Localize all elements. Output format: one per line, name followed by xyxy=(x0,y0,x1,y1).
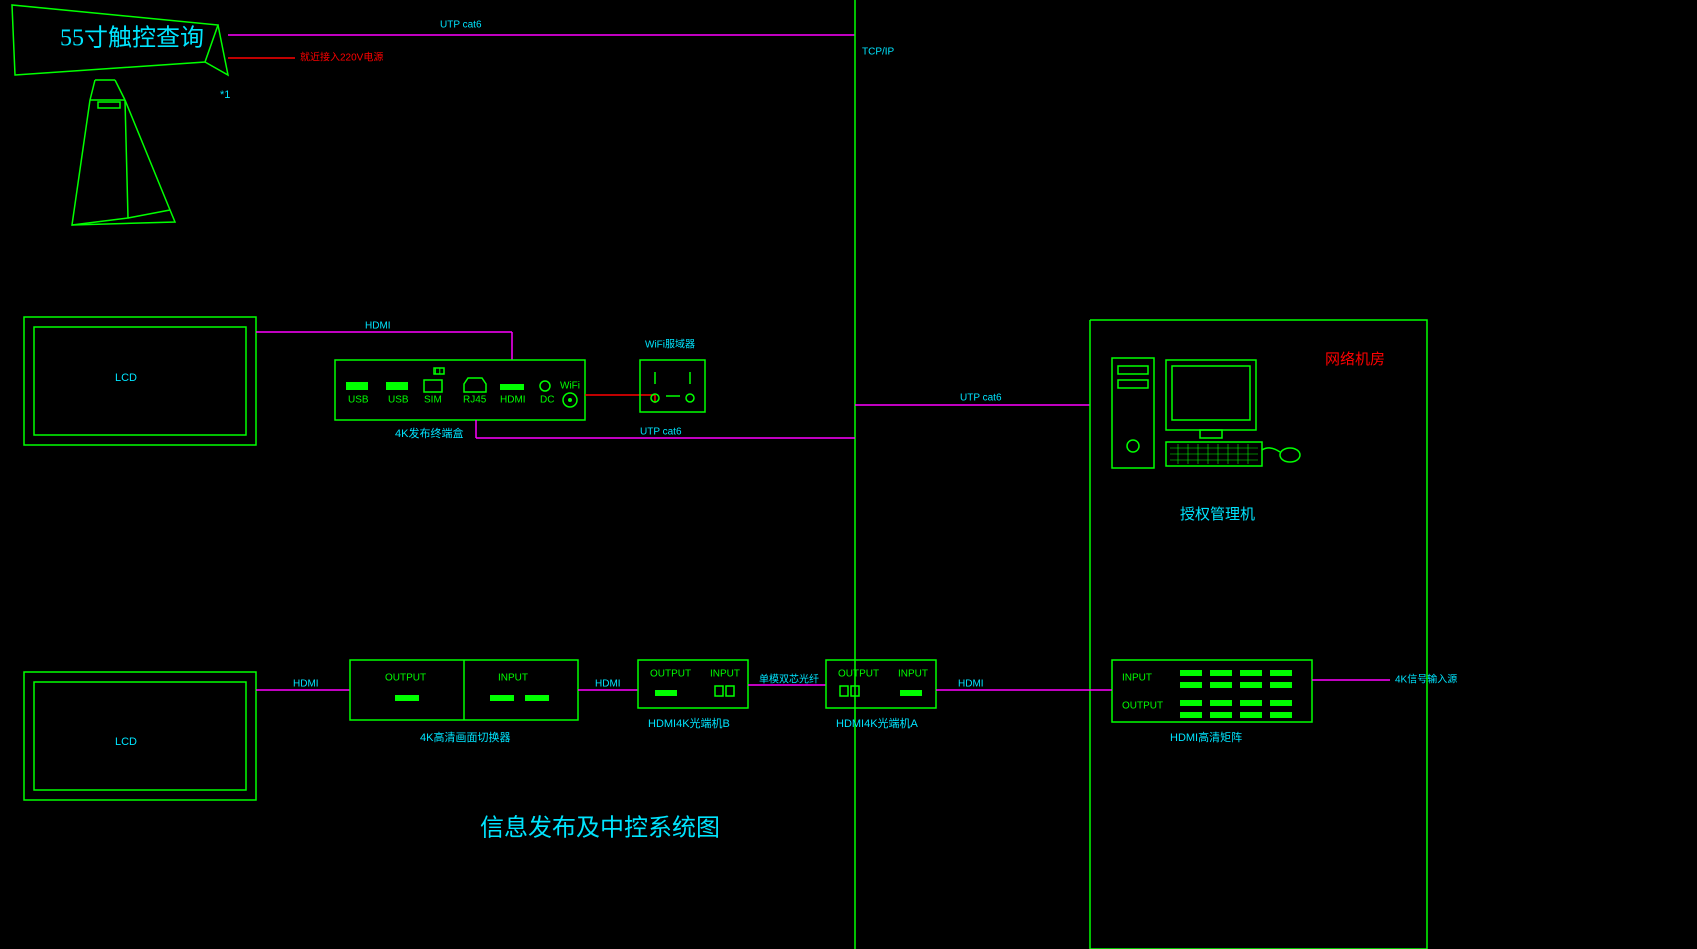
lbl-ext: 4K信号输入源 xyxy=(1395,673,1457,686)
wifi-adapter: WiFi服域器 xyxy=(640,338,705,412)
pc-label: 授权管理机 xyxy=(1180,506,1255,523)
room-title: 网络机房 xyxy=(1325,351,1385,368)
lbl-utp3: UTP cat6 xyxy=(960,393,1002,404)
kiosk-55: 55寸触控查询 *1 xyxy=(12,5,230,225)
lbl-hdmi-a: HDMI xyxy=(293,679,319,690)
p-usb2: USB xyxy=(388,395,409,406)
optb-in: INPUT xyxy=(710,669,740,680)
lbl-power: 就近接入220V电源 xyxy=(300,51,383,64)
opta-out: OUTPUT xyxy=(838,669,879,680)
cad-diagram: 55寸触控查询 *1 UTP cat6 就近接入220V电源 TCP/IP LC… xyxy=(0,0,1697,949)
p-hdmi: HDMI xyxy=(500,395,526,406)
kiosk-title: 55寸触控查询 xyxy=(60,25,204,52)
box-4k: USB USB SIM IT RJ45 HDMI DC WiFi 4K发布终端盒 xyxy=(335,360,585,440)
lcd2-label: LCD xyxy=(115,736,137,748)
lbl-hdmi1: HDMI xyxy=(365,321,391,332)
lbl-hdmi-c: HDMI xyxy=(958,679,984,690)
optical-b: OUTPUT INPUT HDMI4K光端机B xyxy=(638,660,748,730)
lbl-fiber: 单模双芯光纤 xyxy=(759,673,819,686)
p-rj45: RJ45 xyxy=(463,395,487,406)
server-room: 网络机房 授权管理机 INPUT OUTPUT HD xyxy=(1090,320,1427,949)
lbl-utp1: UTP cat6 xyxy=(440,20,482,31)
box4k-label: 4K发布终端盒 xyxy=(395,426,463,440)
footer-title: 信息发布及中控系统图 xyxy=(480,815,720,842)
optb-label: HDMI4K光端机B xyxy=(648,716,730,730)
lcd1-label: LCD xyxy=(115,372,137,384)
p-dc: DC xyxy=(540,395,554,406)
lbl-tcpip: TCP/IP xyxy=(862,47,895,58)
sw-out: OUTPUT xyxy=(385,673,426,684)
matrix-out-lbl: OUTPUT xyxy=(1122,701,1163,712)
optb-out: OUTPUT xyxy=(650,669,691,680)
matrix-label: HDMI高清矩阵 xyxy=(1170,730,1242,744)
matrix-in-lbl: INPUT xyxy=(1122,673,1152,684)
lcd-1: LCD xyxy=(24,317,256,445)
p-usb1: USB xyxy=(348,395,369,406)
sw-in: INPUT xyxy=(498,673,528,684)
optical-a: OUTPUT INPUT HDMI4K光端机A xyxy=(826,660,936,730)
p-wifi: WiFi xyxy=(560,381,580,392)
lbl-utp2: UTP cat6 xyxy=(640,427,682,438)
switcher-4k: OUTPUT INPUT 4K高清画面切换器 xyxy=(350,660,578,744)
opta-in: INPUT xyxy=(898,669,928,680)
kiosk-qty: *1 xyxy=(220,89,230,101)
opta-label: HDMI4K光端机A xyxy=(836,716,919,730)
wifi-label: WiFi服域器 xyxy=(645,338,695,351)
p-it: IT xyxy=(434,367,443,378)
lbl-hdmi-b: HDMI xyxy=(595,679,621,690)
switcher-label: 4K高清画面切换器 xyxy=(420,730,510,744)
p-sim: SIM xyxy=(424,395,442,406)
lcd-2: LCD xyxy=(24,672,256,800)
